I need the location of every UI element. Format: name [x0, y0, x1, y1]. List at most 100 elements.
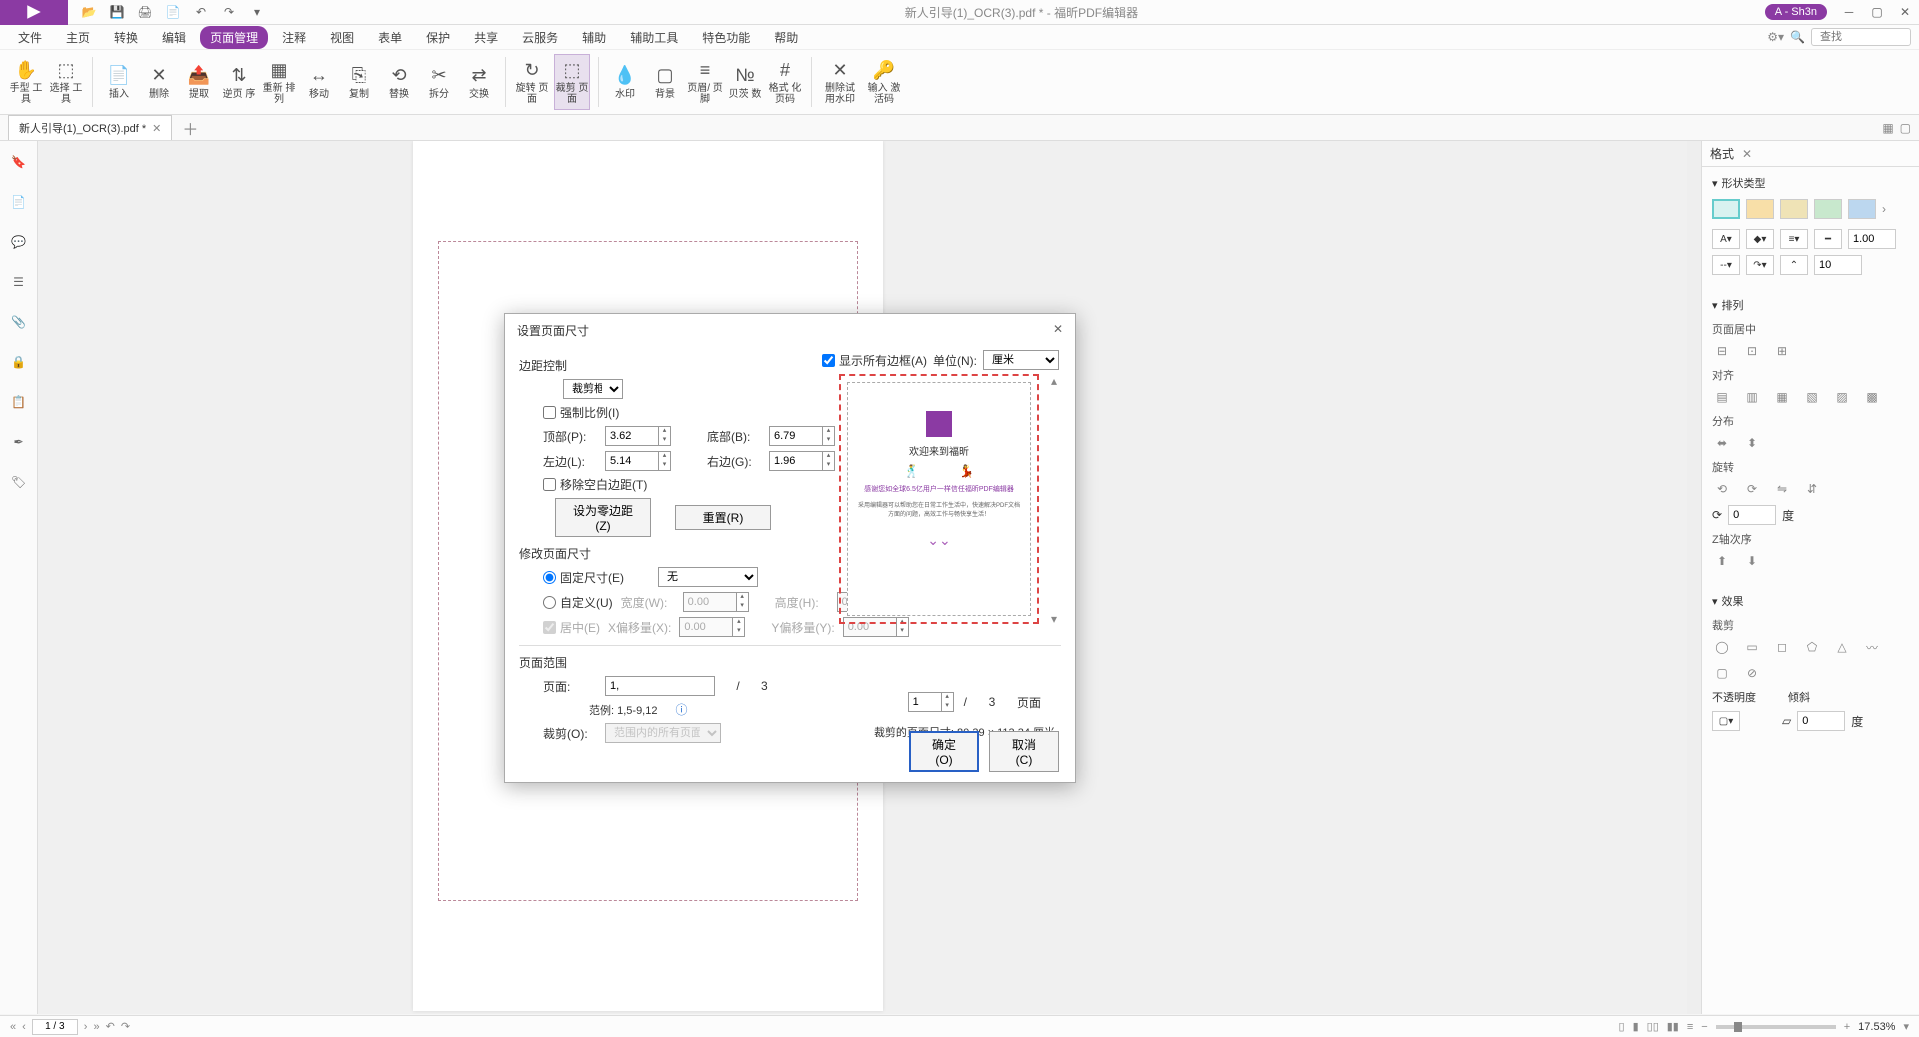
- swatch-next-icon[interactable]: ›: [1882, 202, 1886, 216]
- format-tab-label[interactable]: 格式: [1710, 145, 1734, 162]
- ribbon-copy[interactable]: ⎘复制: [341, 54, 377, 110]
- ribbon-split[interactable]: ✂拆分: [421, 54, 457, 110]
- ribbon-reverse[interactable]: ⇅逆页 序: [221, 54, 257, 110]
- menu-features[interactable]: 特色功能: [692, 26, 760, 49]
- open-icon[interactable]: 📂: [80, 3, 98, 21]
- account-badge[interactable]: A - Sh3n: [1765, 4, 1827, 20]
- vertical-scrollbar[interactable]: [1687, 141, 1701, 1014]
- comments-panel-icon[interactable]: 💬: [8, 231, 30, 253]
- first-page-icon[interactable]: «: [10, 1021, 16, 1033]
- menu-tools[interactable]: 辅助工具: [620, 26, 688, 49]
- ribbon-watermark[interactable]: 💧水印: [607, 54, 643, 110]
- zoom-out-icon[interactable]: −: [1701, 1021, 1707, 1033]
- arrow-dropdown[interactable]: ↷▾: [1746, 255, 1774, 275]
- document-tab[interactable]: 新人引导(1)_OCR(3).pdf * ✕: [8, 115, 172, 140]
- align-bottom-icon[interactable]: ▩: [1862, 387, 1882, 407]
- crop-square-icon[interactable]: ◻: [1772, 637, 1792, 657]
- align-top-icon[interactable]: ▧: [1802, 387, 1822, 407]
- left-spinner[interactable]: ▴▾: [659, 451, 671, 471]
- ok-button[interactable]: 确定(O): [909, 731, 979, 772]
- zoom-dropdown-icon[interactable]: ▾: [1903, 1020, 1909, 1033]
- signatures-panel-icon[interactable]: ✒: [8, 431, 30, 453]
- ribbon-background[interactable]: ▢背景: [647, 54, 683, 110]
- next-page-icon[interactable]: ›: [84, 1021, 88, 1033]
- ribbon-swap[interactable]: ⇄交换: [461, 54, 497, 110]
- show-all-boxes-checkbox[interactable]: 显示所有边框(A): [822, 352, 927, 369]
- format-tab-close-icon[interactable]: ✕: [1742, 147, 1752, 161]
- print-icon[interactable]: 🖨: [136, 3, 154, 21]
- angle-input[interactable]: [1728, 505, 1776, 525]
- fixed-size-select[interactable]: 无: [658, 567, 758, 587]
- prev-page-icon[interactable]: ‹: [22, 1021, 26, 1033]
- redo-icon[interactable]: ↷: [220, 3, 238, 21]
- center-v-icon[interactable]: ⊡: [1742, 341, 1762, 361]
- menu-file[interactable]: 文件: [8, 26, 52, 49]
- crop-free-icon[interactable]: 〰: [1862, 637, 1882, 657]
- save-icon[interactable]: 💾: [108, 3, 126, 21]
- view-reflow-icon[interactable]: ≡: [1687, 1021, 1693, 1033]
- page-icon[interactable]: 📄: [164, 3, 182, 21]
- info-icon[interactable]: ⓘ: [675, 701, 687, 718]
- crop-none-icon[interactable]: ⊘: [1742, 663, 1762, 683]
- minimize-button[interactable]: ─: [1835, 0, 1863, 25]
- zero-margin-button[interactable]: 设为零边距(Z): [555, 498, 651, 537]
- center-both-icon[interactable]: ⊞: [1772, 341, 1792, 361]
- menu-assist[interactable]: 辅助: [572, 26, 616, 49]
- new-tab-button[interactable]: ＋: [182, 116, 198, 140]
- preview-page-input[interactable]: [908, 692, 942, 712]
- zoom-in-icon[interactable]: +: [1844, 1021, 1850, 1033]
- tab-close-icon[interactable]: ✕: [152, 122, 161, 135]
- distribute-v-icon[interactable]: ⬍: [1742, 433, 1762, 453]
- menu-options-icon[interactable]: ⚙▾: [1767, 30, 1784, 44]
- fixed-size-radio[interactable]: 固定尺寸(E): [543, 569, 624, 586]
- unit-select[interactable]: 厘米: [983, 350, 1059, 370]
- left-input[interactable]: [605, 451, 659, 471]
- right-spinner[interactable]: ▴▾: [823, 451, 835, 471]
- send-back-icon[interactable]: ⬇: [1742, 551, 1762, 571]
- crop-pentagon-icon[interactable]: ⬠: [1802, 637, 1822, 657]
- layers-panel-icon[interactable]: ☰: [8, 271, 30, 293]
- menu-home[interactable]: 主页: [56, 26, 100, 49]
- fields-panel-icon[interactable]: 📋: [8, 391, 30, 413]
- top-input[interactable]: [605, 426, 659, 446]
- attachments-panel-icon[interactable]: 📎: [8, 311, 30, 333]
- view-continuous-facing-icon[interactable]: ▮▮: [1667, 1020, 1679, 1033]
- align-left-icon[interactable]: ▤: [1712, 387, 1732, 407]
- shape-swatch-2[interactable]: [1746, 199, 1774, 219]
- reset-button[interactable]: 重置(R): [675, 505, 771, 530]
- menu-comment[interactable]: 注释: [272, 26, 316, 49]
- menu-cloud[interactable]: 云服务: [512, 26, 568, 49]
- pages-panel-icon[interactable]: 📄: [8, 191, 30, 213]
- shape-swatch-1[interactable]: [1712, 199, 1740, 219]
- preview-page-spinner[interactable]: ▴▾: [942, 692, 954, 712]
- bottom-spinner[interactable]: ▴▾: [823, 426, 835, 446]
- shape-swatch-3[interactable]: [1780, 199, 1808, 219]
- cancel-button[interactable]: 取消(C): [989, 731, 1059, 772]
- shape-swatch-4[interactable]: [1814, 199, 1842, 219]
- dialog-close-icon[interactable]: ✕: [1053, 322, 1063, 339]
- rotate-ccw-icon[interactable]: ⟲: [1712, 479, 1732, 499]
- crop-triangle-icon[interactable]: △: [1832, 637, 1852, 657]
- view-page-icon[interactable]: ▢: [1900, 121, 1911, 135]
- flip-v-icon[interactable]: ⇵: [1802, 479, 1822, 499]
- ribbon-remove-trial[interactable]: ✕删除试 用水印: [820, 54, 860, 110]
- crop-box-select[interactable]: 裁剪框: [563, 379, 623, 399]
- ribbon-header-footer[interactable]: ≡页眉/ 页脚: [687, 54, 723, 110]
- line-weight-dropdown[interactable]: ━: [1814, 229, 1842, 249]
- close-button[interactable]: ✕: [1891, 0, 1919, 25]
- nav-back-icon[interactable]: ↶: [106, 1020, 115, 1033]
- skew-input[interactable]: [1797, 711, 1845, 731]
- undo-icon[interactable]: ↶: [192, 3, 210, 21]
- flip-h-icon[interactable]: ⇋: [1772, 479, 1792, 499]
- search-input[interactable]: [1811, 28, 1911, 46]
- menu-protect[interactable]: 保护: [416, 26, 460, 49]
- ribbon-replace[interactable]: ⟲替换: [381, 54, 417, 110]
- miter-input[interactable]: [1814, 255, 1862, 275]
- last-page-icon[interactable]: »: [93, 1021, 99, 1033]
- nav-fwd-icon[interactable]: ↷: [121, 1020, 130, 1033]
- align-center-icon[interactable]: ▥: [1742, 387, 1762, 407]
- tags-panel-icon[interactable]: 🏷: [8, 471, 30, 493]
- remove-white-checkbox[interactable]: 移除空白边距(T): [543, 476, 647, 493]
- ribbon-delete[interactable]: ✕删除: [141, 54, 177, 110]
- rotate-cw-icon[interactable]: ⟳: [1742, 479, 1762, 499]
